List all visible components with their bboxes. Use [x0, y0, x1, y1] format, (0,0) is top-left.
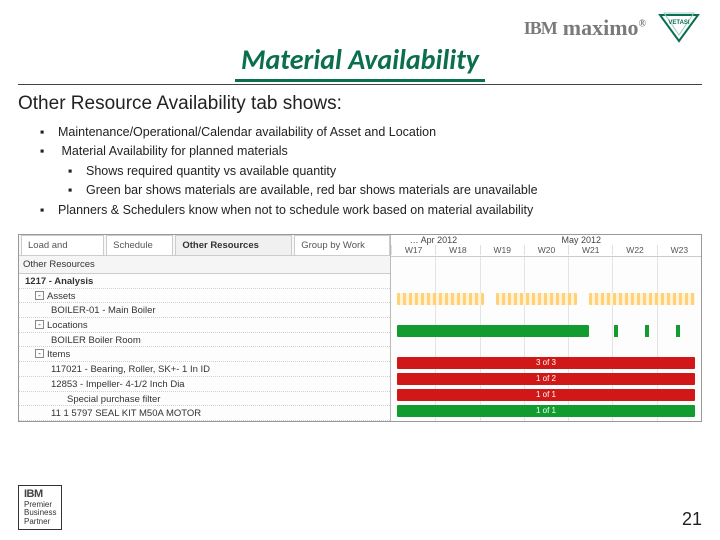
footer-badge: IBM Premier Business Partner — [18, 485, 62, 530]
bullet-item: Planners & Schedulers know when not to s… — [58, 201, 702, 220]
tab-row: Load and Availability Schedule Costs Oth… — [19, 235, 390, 256]
availability-bar — [397, 325, 589, 337]
tree-row[interactable]: Special purchase filter — [19, 392, 390, 407]
availability-bar — [589, 293, 694, 305]
tree-row[interactable]: 11 1 5797 SEAL KIT M50A MOTOR — [19, 406, 390, 421]
material-bar-red: 3 of 3 — [397, 357, 695, 369]
gantt-row-location — [391, 323, 701, 339]
tab-group-by[interactable]: Group by Work Property — [294, 235, 390, 255]
tree-row[interactable]: BOILER-01 - Main Boiler — [19, 303, 390, 318]
collapse-icon[interactable]: - — [35, 291, 44, 300]
month-label: May 2012 — [562, 235, 602, 245]
collapse-icon[interactable]: - — [35, 349, 44, 358]
calendar-grid: 3 of 3 1 of 2 1 of 1 1 of 1 — [391, 257, 701, 421]
week-label: W19 — [480, 245, 524, 255]
week-label: W20 — [524, 245, 568, 255]
availability-tick — [676, 325, 680, 337]
week-label: W22 — [612, 245, 656, 255]
availability-bar — [397, 293, 484, 305]
ibm-partner-badge: IBM Premier Business Partner — [18, 485, 62, 530]
tree-row[interactable]: 117021 - Bearing, Roller, SK+- 1 In ID — [19, 362, 390, 377]
week-label: W18 — [435, 245, 479, 255]
gantt-row-asset — [391, 291, 701, 307]
vetasi-logo: VETASI — [656, 11, 702, 45]
screenshot-gantt-pane: … Apr 2012 May 2012 W17 W18 W19 W20 W21 … — [391, 235, 701, 421]
tree-row[interactable]: -Locations — [19, 318, 390, 333]
sub-bullet-item: Shows required quantity vs available qua… — [86, 162, 702, 181]
bullet-list: Maintenance/Operational/Calendar availab… — [58, 123, 702, 220]
tree-row[interactable]: BOILER Boiler Room — [19, 333, 390, 348]
week-label: W17 — [391, 245, 435, 255]
week-label: W21 — [568, 245, 612, 255]
material-bar-green: 1 of 1 — [397, 405, 695, 417]
maximo-logo: maximo® — [563, 15, 646, 41]
tree-row[interactable]: -Items — [19, 347, 390, 362]
material-bar-red: 1 of 1 — [397, 389, 695, 401]
group-label: 1217 - Analysis — [19, 274, 390, 289]
availability-tick — [645, 325, 649, 337]
gantt-row-item: 1 of 1 — [391, 403, 701, 419]
page-number: 21 — [682, 509, 702, 530]
tab-load-availability[interactable]: Load and Availability — [21, 235, 104, 255]
screenshot-left-pane: Load and Availability Schedule Costs Oth… — [19, 235, 391, 421]
ibm-logo: IBM — [524, 18, 557, 39]
week-label: W23 — [657, 245, 701, 255]
sub-bullet-item: Green bar shows materials are available,… — [86, 181, 702, 200]
page-title: Material Availability — [235, 42, 485, 82]
embedded-screenshot: Load and Availability Schedule Costs Oth… — [18, 234, 702, 422]
tab-other-resources[interactable]: Other Resources Availability — [175, 235, 292, 255]
collapse-icon[interactable]: - — [35, 320, 44, 329]
gantt-row-item: 3 of 3 — [391, 355, 701, 371]
material-bar-red: 1 of 2 — [397, 373, 695, 385]
calendar-header: … Apr 2012 May 2012 W17 W18 W19 W20 W21 … — [391, 235, 701, 257]
month-label: … Apr 2012 — [410, 235, 458, 245]
availability-tick — [614, 325, 618, 337]
tab-schedule-costs[interactable]: Schedule Costs — [106, 235, 173, 255]
svg-text:VETASI: VETASI — [668, 20, 690, 26]
gantt-row-item: 1 of 2 — [391, 371, 701, 387]
availability-bar — [496, 293, 577, 305]
tree-row[interactable]: 12853 - Impeller- 4-1/2 Inch Dia — [19, 377, 390, 392]
title-underline — [18, 84, 702, 85]
bullet-item: Material Availability for planned materi… — [58, 142, 702, 200]
left-header: Other Resources — [19, 256, 390, 274]
bullet-item: Maintenance/Operational/Calendar availab… — [58, 123, 702, 142]
subhead: Other Resource Availability tab shows: — [18, 93, 702, 115]
tree-row[interactable]: -Assets — [19, 289, 390, 304]
gantt-row-item: 1 of 1 — [391, 387, 701, 403]
